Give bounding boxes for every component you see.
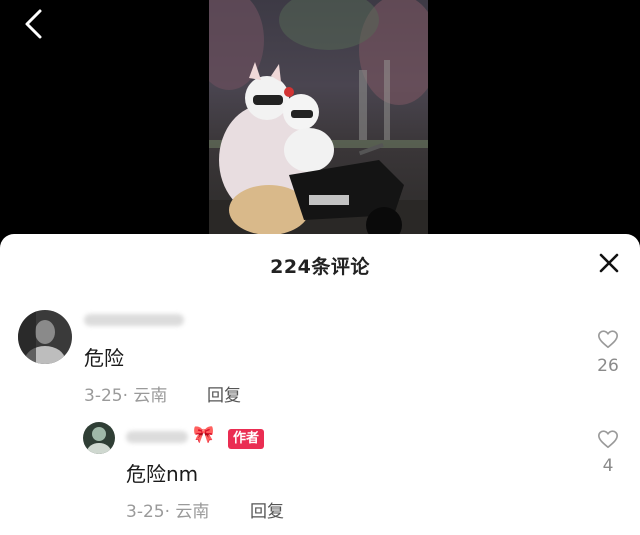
username-blurred[interactable] — [84, 314, 184, 326]
like-button[interactable] — [597, 328, 619, 350]
username-blurred[interactable] — [126, 431, 188, 443]
close-icon — [599, 253, 619, 273]
meta-separator: · — [164, 502, 176, 522]
back-arrow-icon — [25, 9, 42, 39]
close-button[interactable] — [596, 250, 622, 276]
comment-text: 危险 — [84, 346, 124, 370]
comments-count-title: 224条评论 — [270, 256, 370, 278]
comment-text: 危险nm — [126, 462, 199, 486]
comments-sheet: 224条评论 危险 3-25· 云南 回复 26 🎀 作者 危险nm 3-25·… — [0, 234, 640, 535]
comment-location: 云南 — [133, 386, 168, 406]
back-button[interactable] — [14, 6, 54, 42]
like-count: 4 — [602, 456, 614, 476]
author-badge: 作者 — [228, 429, 265, 449]
comment-meta: 3-25· 云南 — [126, 497, 209, 522]
user-avatar-icon — [83, 422, 115, 454]
like-count: 26 — [597, 356, 619, 376]
video-thumbnail — [209, 0, 428, 245]
heart-outline-icon — [598, 430, 618, 449]
comment-location: 云南 — [175, 502, 210, 522]
comment-date: 3-25 — [84, 386, 123, 406]
like-button[interactable] — [597, 428, 619, 450]
avatar[interactable] — [83, 422, 115, 454]
video-player[interactable] — [209, 0, 428, 245]
comment-date: 3-25 — [126, 502, 165, 522]
heart-outline-icon — [598, 330, 618, 349]
meta-separator: · — [122, 386, 134, 406]
reply-button[interactable]: 回复 — [207, 381, 241, 406]
reply-button[interactable]: 回复 — [250, 497, 284, 522]
comment-meta: 3-25· 云南 — [84, 381, 167, 406]
bow-emoji: 🎀 — [193, 425, 215, 445]
video-area — [0, 0, 640, 245]
user-avatar-icon — [18, 310, 72, 364]
avatar[interactable] — [18, 310, 72, 364]
